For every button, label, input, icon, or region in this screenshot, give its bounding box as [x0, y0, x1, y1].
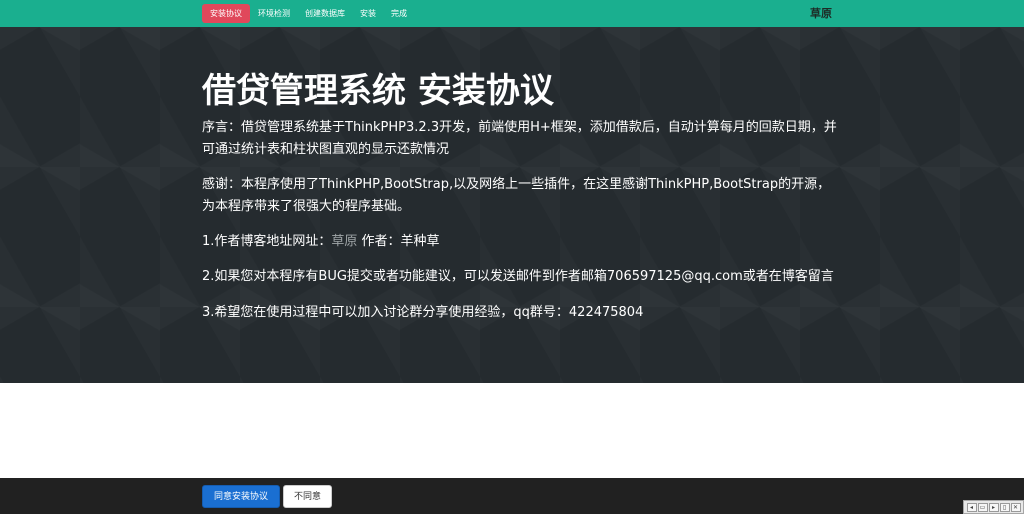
- nav-step-agreement[interactable]: 安装协议: [202, 4, 250, 23]
- install-steps-nav: 安装协议 环境检测 创建数据库 安装 完成: [202, 0, 415, 27]
- agreement-section: 借贷管理系统 安装协议 序言：借贷管理系统基于ThinkPHP3.2.3开发，前…: [0, 27, 1024, 383]
- thanks-text: 感谢：本程序使用了ThinkPHP,BootStrap,以及网络上一些插件，在这…: [202, 177, 831, 214]
- nav-step-create-db[interactable]: 创建数据库: [298, 4, 352, 23]
- toolbar-prev-icon[interactable]: ◂: [966, 502, 977, 512]
- top-navbar: 安装协议 环境检测 创建数据库 安装 完成 草原: [0, 0, 1024, 27]
- author-info-prefix: 1.作者博客地址网址：: [202, 234, 332, 249]
- brand-link[interactable]: 草原: [810, 0, 832, 27]
- toolbar-window-icon[interactable]: ▭: [977, 502, 988, 512]
- nav-step-install[interactable]: 安装: [353, 4, 383, 23]
- author-info-suffix: 作者：羊种草: [357, 234, 440, 249]
- qq-group-text: 3.希望您在使用过程中可以加入讨论群分享使用经验，qq群号：422475804: [202, 305, 644, 320]
- author-blog-link[interactable]: 草原: [331, 234, 357, 249]
- agree-button[interactable]: 同意安装协议: [202, 485, 280, 508]
- disagree-button[interactable]: 不同意: [283, 485, 332, 508]
- toolbar-next-icon[interactable]: ▸: [988, 502, 999, 512]
- preface-text: 序言：借贷管理系统基于ThinkPHP3.2.3开发，前端使用H+框架，添加借款…: [202, 120, 837, 157]
- footer-bar: 同意安装协议 不同意: [0, 478, 1024, 514]
- toolbar-close-icon[interactable]: ✕: [1010, 502, 1021, 512]
- toolbar-page-icon[interactable]: ▯: [999, 502, 1010, 512]
- page-title: 借贷管理系统 安装协议: [202, 71, 554, 111]
- feedback-text: 2.如果您对本程序有BUG提交或者功能建议，可以发送邮件到作者邮箱7065971…: [202, 269, 834, 284]
- nav-step-env-check[interactable]: 环境检测: [251, 4, 297, 23]
- nav-step-complete[interactable]: 完成: [384, 4, 414, 23]
- floating-toolbar: ◂ ▭ ▸ ▯ ✕: [963, 500, 1024, 514]
- author-info: 1.作者博客地址网址：草原 作者：羊种草: [202, 231, 842, 253]
